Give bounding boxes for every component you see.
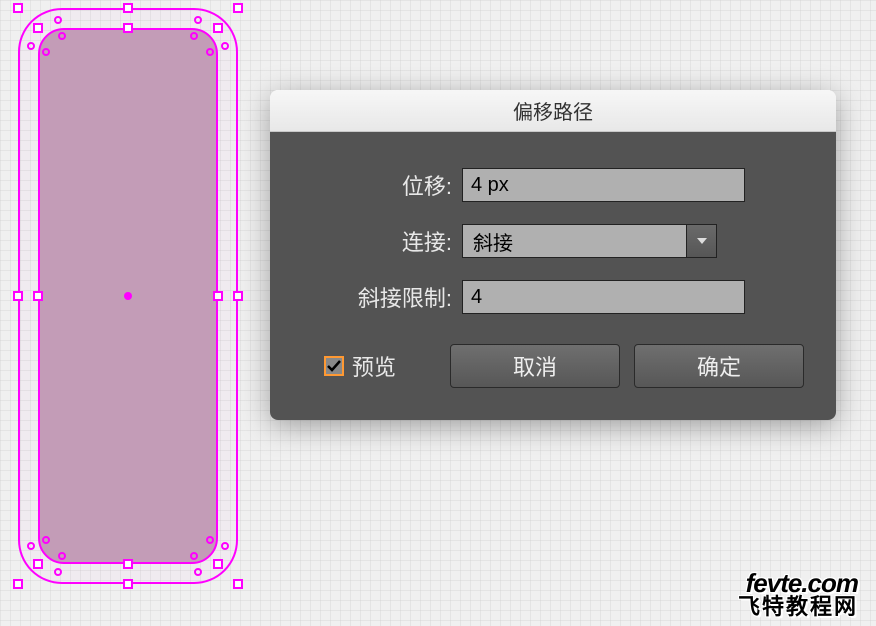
selection-handle[interactable]: [33, 559, 43, 569]
anchor-point[interactable]: [190, 32, 198, 40]
offset-input[interactable]: [462, 168, 745, 202]
cancel-button[interactable]: 取消: [450, 344, 620, 388]
selection-handle[interactable]: [213, 291, 223, 301]
selection-handle[interactable]: [33, 23, 43, 33]
anchor-point[interactable]: [194, 568, 202, 576]
dialog-titlebar[interactable]: 偏移路径: [270, 90, 836, 132]
watermark-text: 飞特教程网: [738, 596, 858, 618]
preview-checkbox[interactable]: [324, 356, 344, 376]
watermark: fevte.com 飞特教程网: [738, 570, 858, 618]
check-icon: [327, 360, 341, 372]
canvas-selected-shape[interactable]: [18, 8, 238, 584]
join-label: 连接:: [302, 225, 452, 257]
join-select-value: 斜接: [462, 224, 687, 258]
anchor-point[interactable]: [58, 32, 66, 40]
selection-handle[interactable]: [33, 291, 43, 301]
anchor-point[interactable]: [42, 48, 50, 56]
offset-label: 位移:: [302, 169, 452, 201]
selection-handle[interactable]: [123, 3, 133, 13]
anchor-point[interactable]: [54, 568, 62, 576]
anchor-point[interactable]: [206, 48, 214, 56]
center-point: [124, 292, 132, 300]
join-select[interactable]: 斜接: [462, 224, 717, 258]
selection-handle[interactable]: [233, 3, 243, 13]
selection-handle[interactable]: [13, 579, 23, 589]
preview-checkbox-wrap[interactable]: 预览: [324, 350, 396, 382]
anchor-point[interactable]: [27, 42, 35, 50]
anchor-point[interactable]: [221, 542, 229, 550]
selection-handle[interactable]: [213, 23, 223, 33]
watermark-url: fevte.com: [738, 570, 858, 596]
anchor-point[interactable]: [194, 16, 202, 24]
selection-handle[interactable]: [13, 291, 23, 301]
anchor-point[interactable]: [206, 536, 214, 544]
preview-label: 预览: [352, 350, 396, 382]
offset-row: 位移:: [302, 168, 804, 202]
anchor-point[interactable]: [54, 16, 62, 24]
selection-handle[interactable]: [123, 579, 133, 589]
miter-limit-label: 斜接限制:: [302, 281, 452, 313]
miter-limit-row: 斜接限制:: [302, 280, 804, 314]
ok-button[interactable]: 确定: [634, 344, 804, 388]
dialog-title: 偏移路径: [513, 96, 593, 125]
button-row: 预览 取消 确定: [302, 344, 804, 388]
miter-limit-input[interactable]: [462, 280, 745, 314]
offset-path-dialog: 偏移路径 位移: 连接: 斜接 斜接限制: 预览: [270, 90, 836, 420]
dialog-body: 位移: 连接: 斜接 斜接限制: 预览 取消: [270, 132, 836, 420]
anchor-point[interactable]: [42, 536, 50, 544]
chevron-down-icon[interactable]: [687, 224, 717, 258]
selection-handle[interactable]: [233, 291, 243, 301]
join-row: 连接: 斜接: [302, 224, 804, 258]
selection-handle[interactable]: [123, 23, 133, 33]
anchor-point[interactable]: [221, 42, 229, 50]
anchor-point[interactable]: [190, 552, 198, 560]
anchor-point[interactable]: [27, 542, 35, 550]
selection-handle[interactable]: [233, 579, 243, 589]
selection-handle[interactable]: [123, 559, 133, 569]
selection-handle[interactable]: [213, 559, 223, 569]
anchor-point[interactable]: [58, 552, 66, 560]
selection-handle[interactable]: [13, 3, 23, 13]
